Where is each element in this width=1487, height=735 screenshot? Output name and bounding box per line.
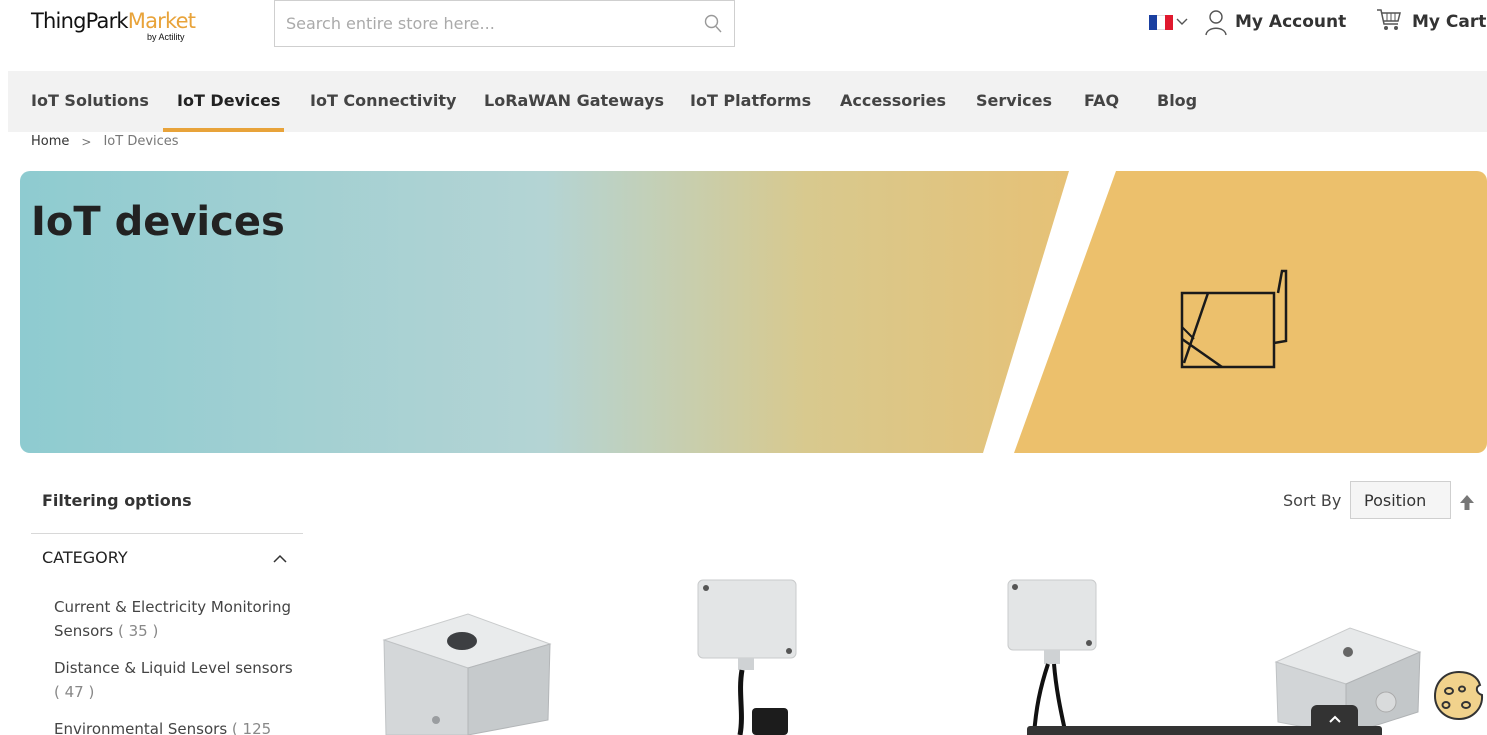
nav-item-iot-solutions[interactable]: IoT Solutions	[31, 71, 149, 132]
main-nav: IoT Solutions IoT Devices IoT Connectivi…	[8, 71, 1487, 132]
breadcrumb-current: IoT Devices	[103, 134, 179, 149]
sort-direction-arrow-icon[interactable]	[1459, 493, 1475, 511]
user-icon[interactable]	[1205, 10, 1227, 36]
category-filter-title[interactable]: CATEGORY	[42, 548, 128, 567]
filtering-options-title: Filtering options	[42, 491, 192, 510]
nav-item-lorawan-gateways[interactable]: LoRaWAN Gateways	[484, 71, 664, 132]
nav-item-iot-connectivity[interactable]: IoT Connectivity	[310, 71, 456, 132]
category-list: Current & Electricity Monitoring Sensors…	[54, 595, 294, 735]
category-banner: IoT devices	[20, 171, 1487, 453]
chevron-up-icon	[1328, 715, 1341, 723]
category-item[interactable]: Distance & Liquid Level sensors ( 47 )	[54, 656, 294, 704]
filter-divider	[31, 533, 303, 534]
nav-item-accessories[interactable]: Accessories	[840, 71, 946, 132]
nav-item-iot-devices[interactable]: IoT Devices	[177, 71, 280, 132]
nav-item-faq[interactable]: FAQ	[1084, 71, 1119, 132]
device-illustration-icon	[1180, 269, 1288, 369]
breadcrumb: Home > IoT Devices	[31, 134, 179, 149]
nav-item-services[interactable]: Services	[976, 71, 1052, 132]
category-item-label: Distance & Liquid Level sensors	[54, 659, 293, 677]
back-to-top-button[interactable]	[1311, 705, 1358, 735]
product-image[interactable]	[690, 578, 802, 735]
category-item[interactable]: Environmental Sensors ( 125	[54, 717, 294, 735]
category-item-count: ( 47 )	[54, 683, 95, 701]
france-flag-icon[interactable]	[1149, 15, 1173, 30]
cart-icon[interactable]	[1376, 7, 1402, 33]
chevron-up-icon[interactable]	[272, 552, 288, 566]
logo[interactable]: ThingParkMarket by Actility	[31, 9, 211, 49]
search-box[interactable]	[274, 0, 735, 47]
sort-by-label: Sort By	[1283, 491, 1342, 510]
nav-item-blog[interactable]: Blog	[1157, 71, 1197, 132]
cookie-icon[interactable]	[1432, 669, 1486, 721]
category-item-label: Current & Electricity Monitoring Sensors	[54, 598, 292, 640]
page-title: IoT devices	[31, 199, 285, 245]
active-tab-indicator	[163, 128, 284, 132]
chevron-down-icon[interactable]	[1175, 14, 1189, 28]
logo-brand-main: ThingPark	[31, 9, 129, 33]
my-cart-link[interactable]: My Cart	[1412, 12, 1486, 32]
site-header: ThingParkMarket by Actility My Account M…	[0, 0, 1487, 70]
category-item[interactable]: Current & Electricity Monitoring Sensors…	[54, 595, 294, 643]
nav-item-iot-platforms[interactable]: IoT Platforms	[690, 71, 811, 132]
search-icon[interactable]	[704, 14, 722, 34]
breadcrumb-home[interactable]: Home	[31, 134, 69, 149]
breadcrumb-separator: >	[81, 134, 92, 149]
category-item-label: Environmental Sensors	[54, 720, 228, 735]
product-image[interactable]	[1000, 578, 1110, 735]
my-account-link[interactable]: My Account	[1235, 12, 1346, 32]
category-item-count: ( 125	[231, 720, 272, 735]
category-item-count: ( 35 )	[118, 622, 159, 640]
logo-brand-accent: Market	[127, 9, 196, 33]
sort-select[interactable]: Position	[1350, 481, 1451, 519]
search-input[interactable]	[275, 1, 675, 46]
logo-wordmark: ThingParkMarket	[31, 9, 211, 33]
logo-subtitle: by Actility	[147, 32, 185, 42]
product-image[interactable]	[380, 610, 556, 735]
